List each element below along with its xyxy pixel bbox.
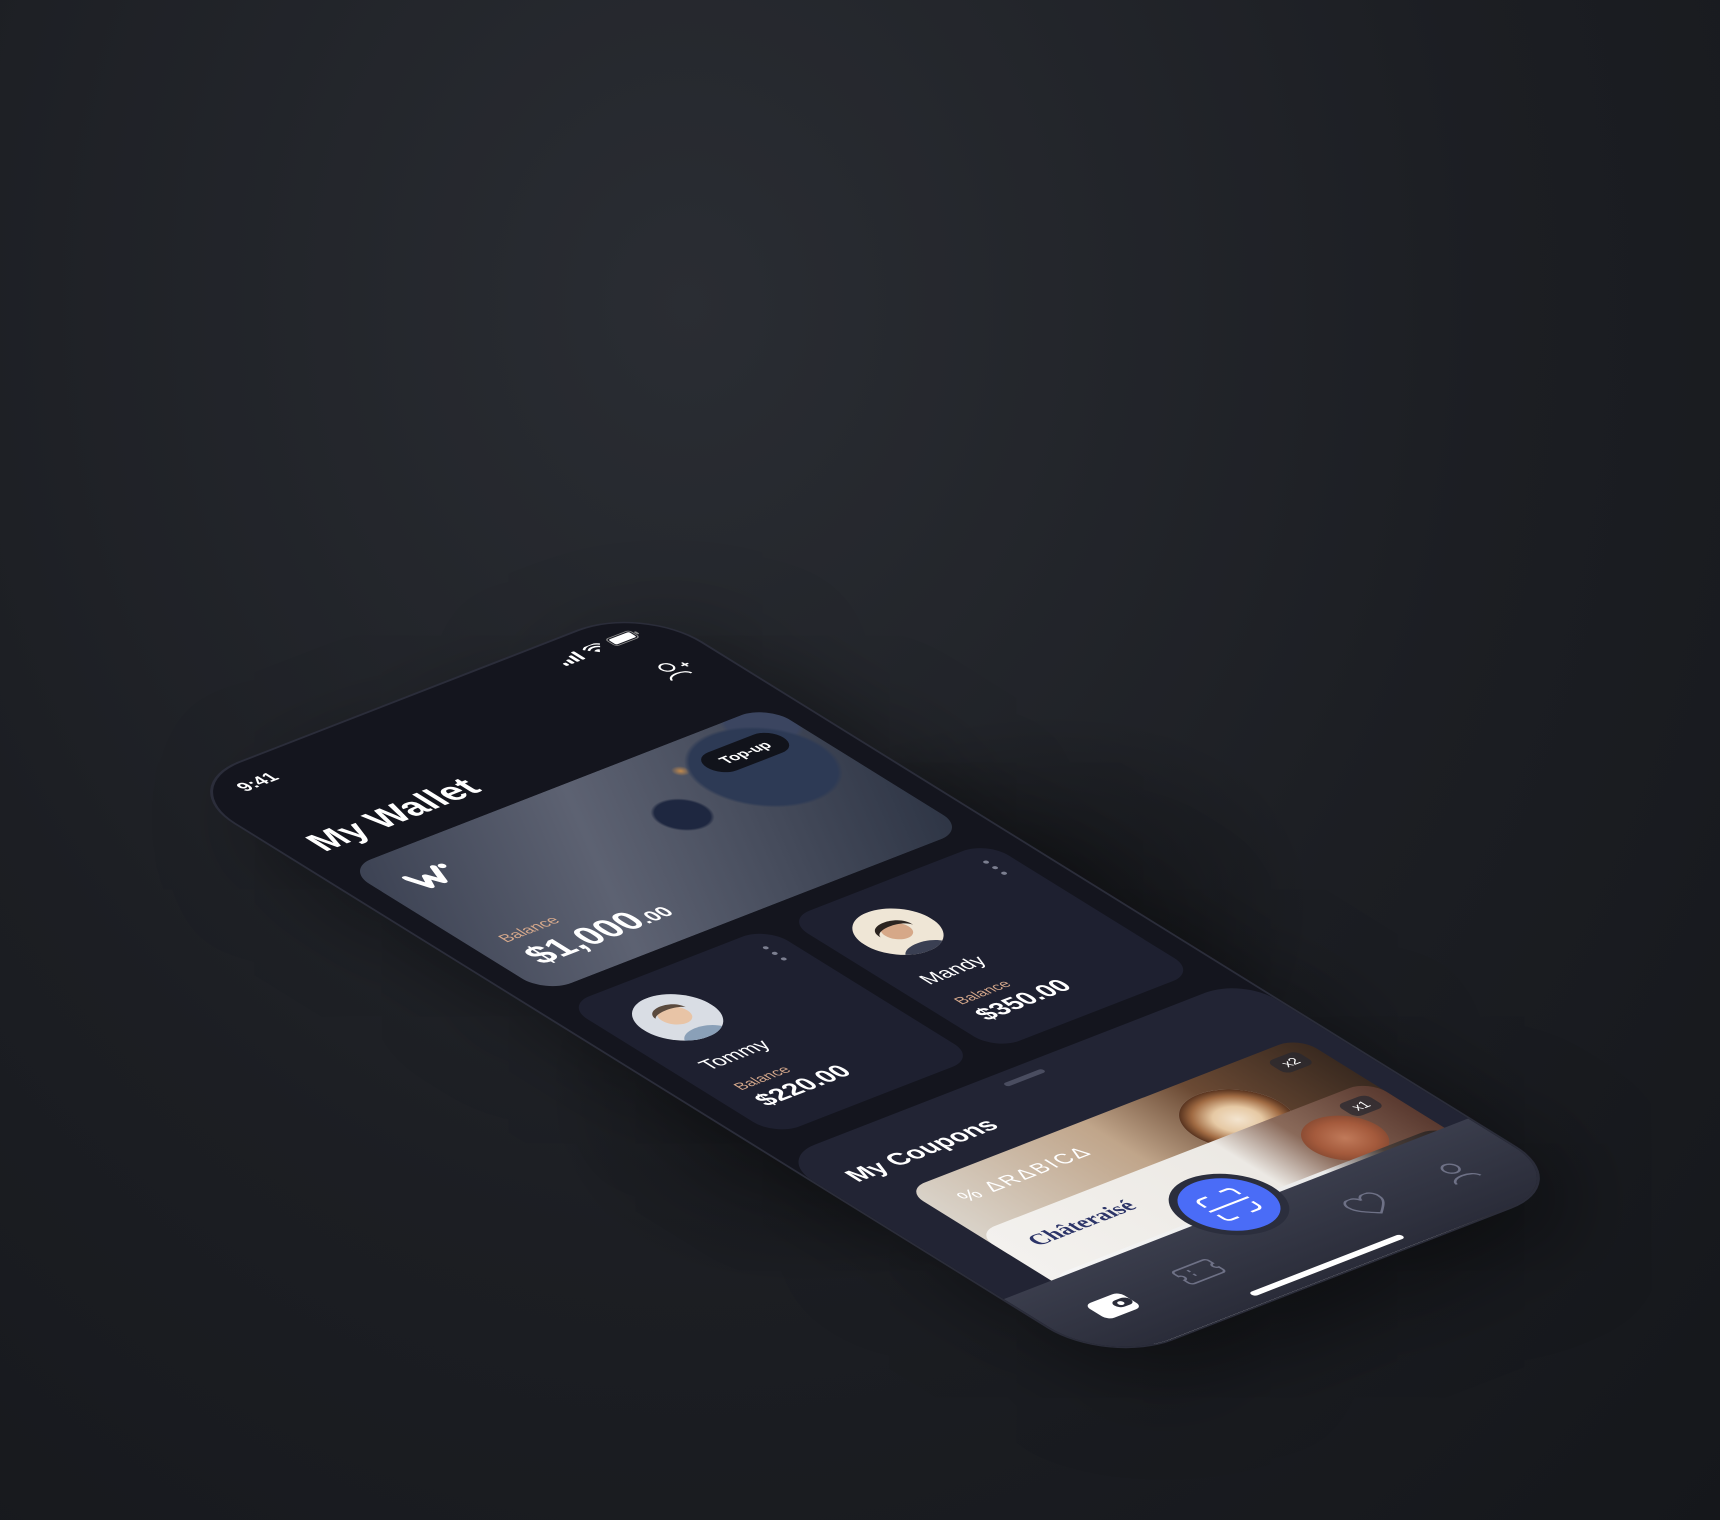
coupon-qty-badge: x2 — [1266, 1050, 1316, 1075]
brand-logo-icon — [399, 860, 471, 895]
tab-profile[interactable] — [1414, 1151, 1497, 1193]
coupon-icon — [1171, 1259, 1226, 1285]
signal-icon — [554, 651, 586, 667]
more-options-icon[interactable] — [761, 945, 789, 962]
tab-coupons[interactable] — [1157, 1251, 1240, 1293]
member-name: Mandy — [913, 952, 992, 988]
heart-icon — [1343, 1192, 1385, 1214]
home-indicator — [1248, 1233, 1406, 1297]
wallet-icon — [1087, 1293, 1139, 1319]
scan-icon — [1196, 1188, 1262, 1221]
tab-favorites[interactable] — [1328, 1185, 1411, 1227]
wifi-icon — [580, 642, 609, 656]
add-user-button[interactable] — [644, 654, 706, 685]
avatar — [833, 899, 963, 964]
status-icons — [554, 628, 644, 667]
stage: 9:41 My Wallet Top-up Balance $1,000.00 … — [0, 0, 1720, 1520]
status-time: 9:41 — [232, 770, 285, 795]
user-icon — [1440, 1163, 1482, 1185]
avatar — [613, 985, 743, 1050]
add-user-icon — [658, 662, 693, 681]
tab-wallet[interactable] — [1071, 1285, 1154, 1327]
coupon-qty-badge: x1 — [1336, 1093, 1386, 1118]
topup-button[interactable]: Top-up — [692, 728, 798, 777]
more-options-icon[interactable] — [981, 860, 1009, 876]
battery-icon — [604, 628, 644, 646]
sheet-drag-handle[interactable] — [1002, 1068, 1047, 1087]
